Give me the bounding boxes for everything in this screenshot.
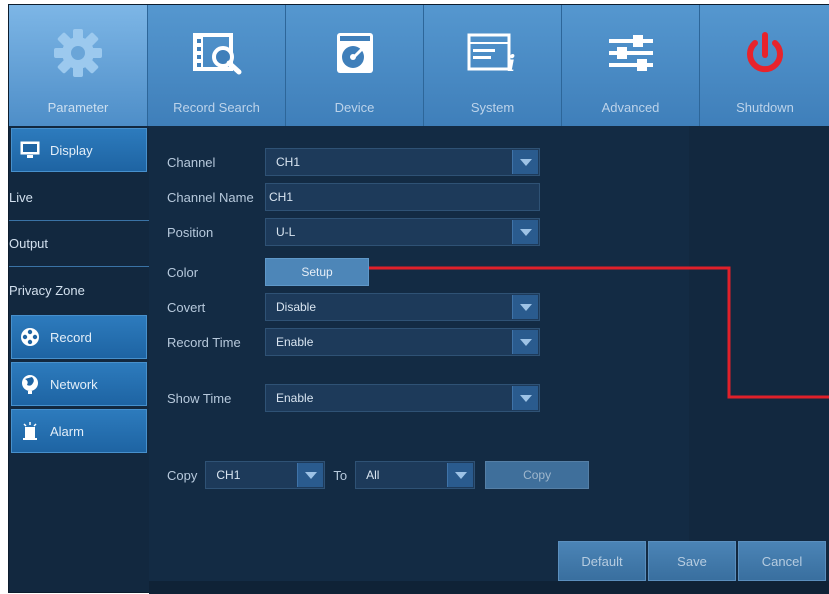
chevron-down-icon[interactable] xyxy=(512,150,538,174)
tab-advanced[interactable]: Advanced xyxy=(562,5,700,126)
film-search-icon xyxy=(187,25,247,81)
show-time-label: Show Time xyxy=(167,390,232,406)
record-time-row: Record Time Enable xyxy=(167,328,540,356)
sliders-icon xyxy=(601,25,661,81)
color-row: Color Setup xyxy=(167,258,369,286)
chevron-down-icon[interactable] xyxy=(297,463,324,487)
show-time-value: Enable xyxy=(276,391,314,405)
channel-select[interactable]: CH1 xyxy=(265,148,540,176)
sidebar: Display Live Output Privacy Zone Record … xyxy=(9,126,149,581)
tab-label: Device xyxy=(334,100,375,115)
disk-icon xyxy=(325,25,385,81)
sidebar-item-privacy-zone[interactable]: Privacy Zone xyxy=(9,267,149,313)
main-panel: Channel CH1 Channel Name CH1 Position U-… xyxy=(149,126,829,581)
sidebar-item-display[interactable]: Display xyxy=(11,128,147,172)
sidebar-item-label: Alarm xyxy=(50,423,84,439)
copy-label: Copy xyxy=(167,467,198,483)
covert-select[interactable]: Disable xyxy=(265,293,540,321)
tab-system[interactable]: i System xyxy=(424,5,562,126)
covert-row: Covert Disable xyxy=(167,293,540,321)
copy-button[interactable]: Copy xyxy=(485,461,590,489)
tab-parameter[interactable]: Parameter xyxy=(9,5,148,126)
chevron-down-icon[interactable] xyxy=(512,330,538,354)
position-value: U-L xyxy=(276,225,296,239)
copy-from-select[interactable]: CH1 xyxy=(205,461,326,489)
channel-row: Channel CH1 xyxy=(167,148,540,176)
tab-record-search[interactable]: Record Search xyxy=(148,5,286,126)
show-time-select[interactable]: Enable xyxy=(265,384,540,412)
copy-from-value: CH1 xyxy=(216,468,241,482)
sidebar-item-label: Live xyxy=(9,190,33,205)
tab-label: System xyxy=(470,100,515,115)
top-nav: Parameter Record Search Device i System … xyxy=(9,5,829,126)
copy-to-value: All xyxy=(366,468,380,482)
position-select[interactable]: U-L xyxy=(265,218,540,246)
sidebar-item-alarm[interactable]: Alarm xyxy=(11,409,147,453)
covert-value: Disable xyxy=(276,300,317,314)
sidebar-item-output[interactable]: Output xyxy=(9,221,149,267)
record-time-label: Record Time xyxy=(167,334,241,350)
chevron-down-icon[interactable] xyxy=(512,220,538,244)
tab-shutdown[interactable]: Shutdown xyxy=(700,5,829,126)
covert-label: Covert xyxy=(167,299,206,315)
tab-label: Record Search xyxy=(173,100,260,115)
display-settings-form: Channel CH1 Channel Name CH1 Position U-… xyxy=(149,126,689,581)
svg-text:i: i xyxy=(507,51,515,77)
record-time-select[interactable]: Enable xyxy=(265,328,540,356)
cancel-button[interactable]: Cancel xyxy=(738,541,826,581)
dvr-settings-window: Parameter Record Search Device i System … xyxy=(8,4,829,594)
tab-device[interactable]: Device xyxy=(286,5,424,126)
sidebar-item-label: Record xyxy=(50,329,92,345)
system-info-icon: i xyxy=(463,25,523,81)
gear-icon xyxy=(48,25,108,81)
channel-name-value: CH1 xyxy=(269,190,294,204)
channel-name-row: Channel Name CH1 xyxy=(167,183,540,211)
sidebar-item-label: Privacy Zone xyxy=(9,282,85,298)
chevron-down-icon[interactable] xyxy=(512,386,538,410)
record-time-value: Enable xyxy=(276,335,314,349)
position-label: Position xyxy=(167,224,214,240)
sidebar-item-label: Network xyxy=(50,376,98,392)
copy-row: Copy CH1 To All Copy xyxy=(167,461,590,489)
chevron-down-icon[interactable] xyxy=(447,463,474,487)
sidebar-item-record[interactable]: Record xyxy=(11,315,147,359)
show-time-row: Show Time Enable xyxy=(167,384,540,412)
chevron-down-icon[interactable] xyxy=(512,295,538,319)
position-row: Position U-L xyxy=(167,218,540,246)
tab-label: Parameter xyxy=(47,100,109,115)
color-label: Color xyxy=(167,264,199,280)
channel-value: CH1 xyxy=(276,155,301,169)
sidebar-item-network[interactable]: Network xyxy=(11,362,147,406)
copy-to-select[interactable]: All xyxy=(355,461,476,489)
tab-label: Advanced xyxy=(601,100,660,115)
film-reel-icon xyxy=(20,327,40,347)
sidebar-item-live[interactable]: Live xyxy=(9,175,149,221)
copy-to-label: To xyxy=(333,467,348,483)
channel-name-input[interactable]: CH1 xyxy=(265,183,540,211)
tab-label: Shutdown xyxy=(736,100,794,115)
globe-icon xyxy=(20,374,40,394)
channel-name-label: Channel Name xyxy=(167,189,254,205)
bottom-strip xyxy=(149,581,829,594)
channel-label: Channel xyxy=(167,154,216,170)
monitor-icon xyxy=(20,140,40,160)
color-setup-button[interactable]: Setup xyxy=(265,258,369,286)
save-button[interactable]: Save xyxy=(648,541,736,581)
alarm-icon xyxy=(20,421,40,441)
power-icon xyxy=(735,25,795,81)
sidebar-item-label: Display xyxy=(50,142,93,158)
sidebar-item-label: Output xyxy=(9,236,49,251)
default-button[interactable]: Default xyxy=(558,541,646,581)
